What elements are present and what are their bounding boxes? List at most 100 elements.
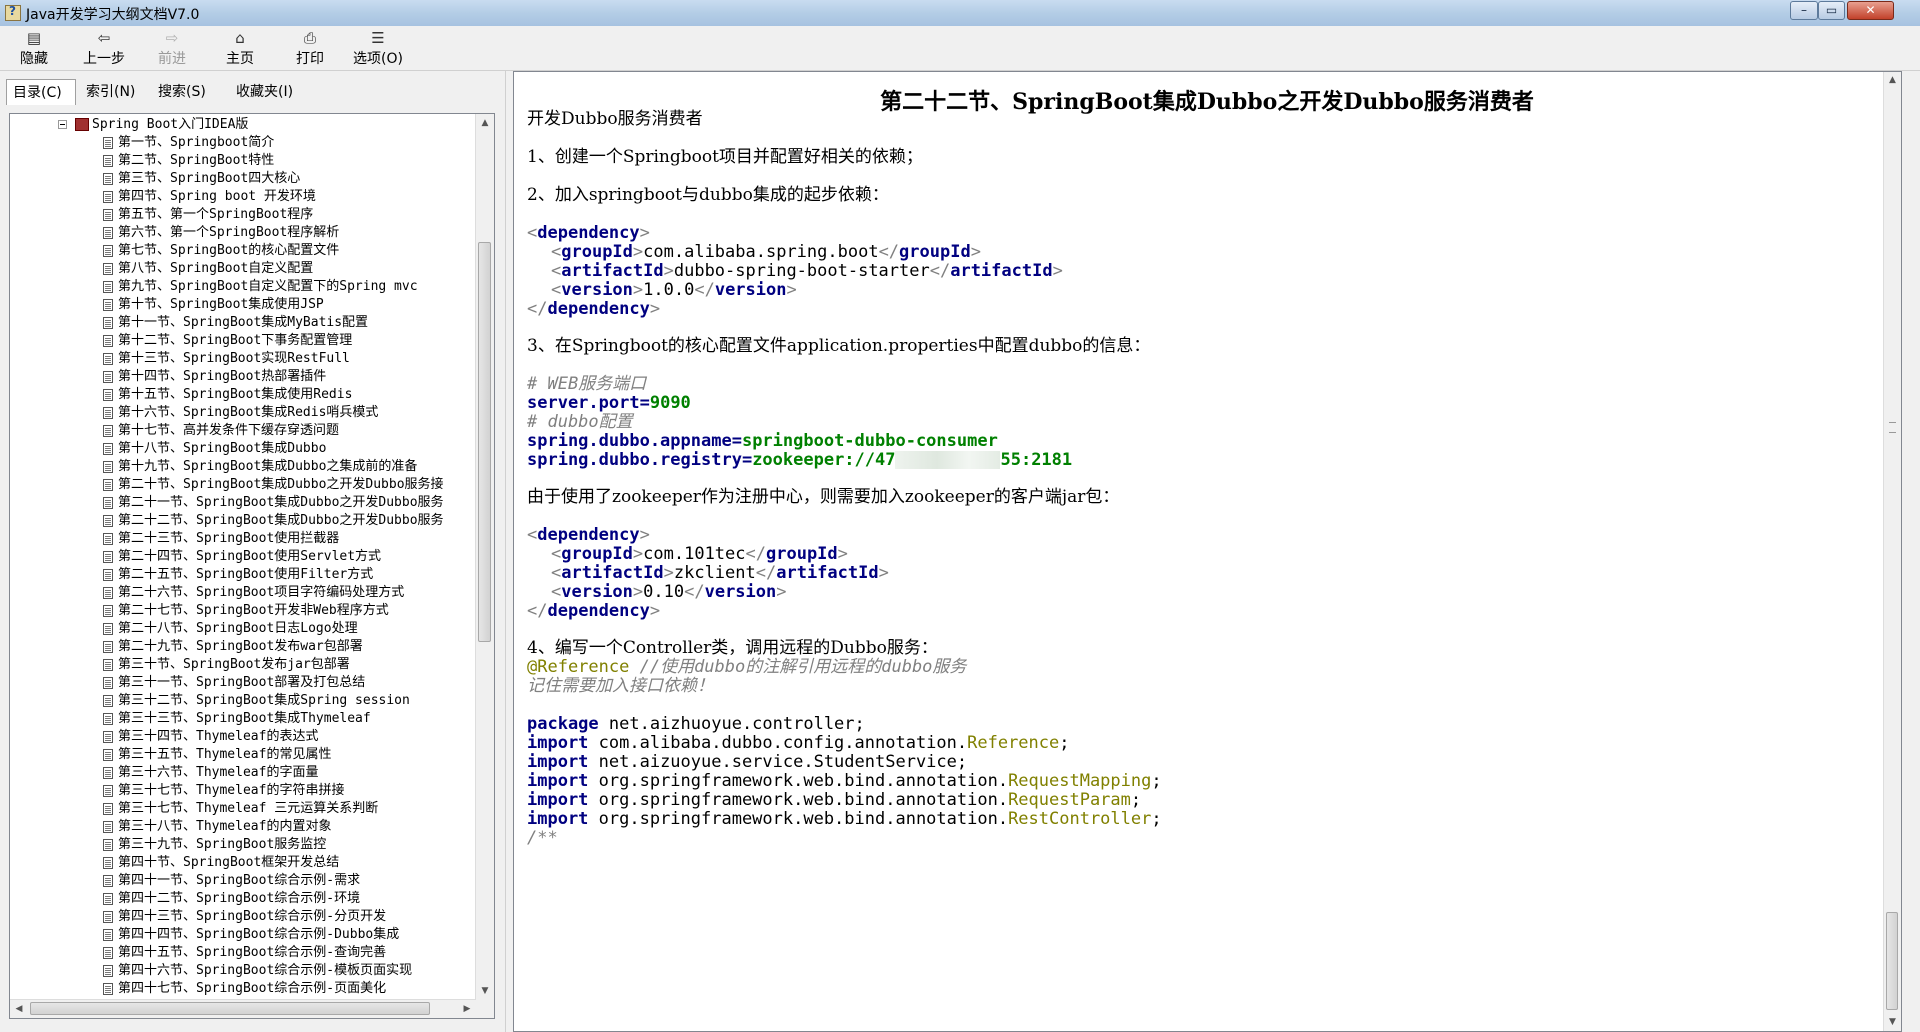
close-button[interactable]: ✕ <box>1847 1 1894 20</box>
tree-item[interactable]: 第四十二节、SpringBoot综合示例-环境 <box>10 890 476 908</box>
tree-vertical-scrollbar[interactable]: ▲ ▼ <box>475 114 494 1000</box>
tree-items: 第一节、Springboot简介 第二节、SpringBoot特性 第三节、Spri… <box>10 134 476 998</box>
tab-favorites[interactable]: 收藏夹(I) <box>230 79 314 105</box>
scroll-left-icon[interactable]: ◀ <box>10 1000 28 1018</box>
scroll-up-icon[interactable]: ▲ <box>476 114 494 132</box>
content-scroll-down-icon[interactable]: ▼ <box>1884 1014 1901 1031</box>
tree-item-label: 第三节、SpringBoot四大核心 <box>118 171 301 186</box>
content-scroll-thumb[interactable] <box>1886 912 1898 1010</box>
tree-item[interactable]: 第四十节、SpringBoot框架开发总结 <box>10 854 476 872</box>
scroll-right-icon[interactable]: ▶ <box>458 1000 476 1018</box>
tab-contents[interactable]: 目录(C) <box>6 79 76 105</box>
tree-item[interactable]: 第二十四节、SpringBoot使用Servlet方式 <box>10 548 476 566</box>
tree-scroll-thumb[interactable] <box>478 242 491 642</box>
tree-item-label: 第三十九节、SpringBoot服务监控 <box>118 837 327 852</box>
tree-item[interactable]: 第十九节、SpringBoot集成Dubbo之集成前的准备 <box>10 458 476 476</box>
page-icon <box>103 425 113 437</box>
page-icon <box>103 875 113 887</box>
tree-item[interactable]: 第四十四节、SpringBoot综合示例-Dubbo集成 <box>10 926 476 944</box>
tree-item[interactable]: 第三十七节、Thymeleaf的字符串拼接 <box>10 782 476 800</box>
minimize-button[interactable]: – <box>1790 1 1818 20</box>
tree-horizontal-scrollbar[interactable]: ◀ ▶ <box>10 999 476 1018</box>
tree-item[interactable]: 第十四节、SpringBoot热部署插件 <box>10 368 476 386</box>
step-3-text: 3、在Springboot的核心配置文件application.properti… <box>527 336 1151 356</box>
tree-item[interactable]: 第三十九节、SpringBoot服务监控 <box>10 836 476 854</box>
tree-item[interactable]: 第二十二节、SpringBoot集成Dubbo之开发Dubbo服务 <box>10 512 476 530</box>
tab-index[interactable]: 索引(N) <box>80 79 150 105</box>
page-icon <box>103 497 113 509</box>
tree-item[interactable]: 第二十七节、SpringBoot开发非Web程序方式 <box>10 602 476 620</box>
tree-item[interactable]: 第十六节、SpringBoot集成Redis哨兵模式 <box>10 404 476 422</box>
tree-item[interactable]: 第二十三节、SpringBoot使用拦截器 <box>10 530 476 548</box>
tab-search[interactable]: 搜索(S) <box>152 79 228 105</box>
xml-dependency-close: </dependency> <box>527 299 661 319</box>
tree-item[interactable]: 第四十六节、SpringBoot综合示例-模板页面实现 <box>10 962 476 980</box>
title-bar: Java开发学习大纲文档V7.0 – ▭ ✕ <box>0 0 1920 27</box>
page-icon <box>103 155 113 167</box>
tree-item[interactable]: 第二十八节、SpringBoot日志Logo处理 <box>10 620 476 638</box>
tree-item[interactable]: 第三十五节、Thymeleaf的常见属性 <box>10 746 476 764</box>
topic-heading: 第二十二节、SpringBoot集成Dubbo之开发Dubbo服务消费者 <box>880 89 1534 115</box>
tree-item[interactable]: 第四十三节、SpringBoot综合示例-分页开发 <box>10 908 476 926</box>
tree-item[interactable]: 第三十四节、Thymeleaf的表达式 <box>10 728 476 746</box>
xml-dependency2-close: </dependency> <box>527 601 661 621</box>
tree-item-label: 第四十节、SpringBoot框架开发总结 <box>118 855 340 870</box>
page-icon <box>103 893 113 905</box>
tree-item[interactable]: 第四节、Spring boot 开发环境 <box>10 188 476 206</box>
remember-note: 记住需要加入接口依赖！ <box>527 676 714 696</box>
tree-item[interactable]: 第三十七节、Thymeleaf 三元运算关系判断 <box>10 800 476 818</box>
content-vertical-scrollbar[interactable]: ▲ ▼ <box>1883 72 1901 1031</box>
tree-item[interactable]: 第七节、SpringBoot的核心配置文件 <box>10 242 476 260</box>
tree-item[interactable]: 第三十节、SpringBoot发布jar包部署 <box>10 656 476 674</box>
scroll-corner <box>476 1000 494 1018</box>
tree-item[interactable]: 第六节、第一个SpringBoot程序解析 <box>10 224 476 242</box>
tree-item[interactable]: 第二十九节、SpringBoot发布war包部署 <box>10 638 476 656</box>
tree-item[interactable]: 第三十六节、Thymeleaf的字面量 <box>10 764 476 782</box>
page-icon <box>103 407 113 419</box>
page-icon <box>103 317 113 329</box>
tree-item[interactable]: 第二节、SpringBoot特性 <box>10 152 476 170</box>
tree-item-label: 第二十六节、SpringBoot项目字符编码处理方式 <box>118 585 405 600</box>
page-icon <box>103 551 113 563</box>
page-icon <box>103 767 113 779</box>
tree-hscroll-thumb[interactable] <box>30 1002 430 1015</box>
tree-item[interactable]: 第四十一节、SpringBoot综合示例-需求 <box>10 872 476 890</box>
tree-item[interactable]: 第十八节、SpringBoot集成Dubbo <box>10 440 476 458</box>
back-button[interactable]: ⇦ 上一步 <box>78 28 130 68</box>
print-button[interactable]: ⎙ 打印 <box>290 28 330 68</box>
page-icon <box>103 749 113 761</box>
maximize-button[interactable]: ▭ <box>1818 1 1845 20</box>
tree-item[interactable]: 第三十三节、SpringBoot集成Thymeleaf <box>10 710 476 728</box>
hide-button[interactable]: ▤ 隐藏 <box>14 28 54 68</box>
page-icon <box>103 677 113 689</box>
collapse-icon[interactable] <box>58 120 67 129</box>
forward-button[interactable]: ⇨ 前进 <box>152 28 192 68</box>
content-scroll-up-icon[interactable]: ▲ <box>1884 72 1901 89</box>
home-button[interactable]: ⌂ 主页 <box>220 28 260 68</box>
tree-item[interactable]: 第十五节、SpringBoot集成使用Redis <box>10 386 476 404</box>
options-button[interactable]: ☰ 选项(O) <box>350 28 406 68</box>
tree-item[interactable]: 第二十五节、SpringBoot使用Filter方式 <box>10 566 476 584</box>
tree-item[interactable]: 第三十二节、SpringBoot集成Spring session <box>10 692 476 710</box>
tree-item-label: 第二十一节、SpringBoot集成Dubbo之开发Dubbo服务 <box>118 495 444 510</box>
tree-item[interactable]: 第五节、第一个SpringBoot程序 <box>10 206 476 224</box>
tree-item[interactable]: 第十二节、SpringBoot下事务配置管理 <box>10 332 476 350</box>
tree-item[interactable]: 第四十七节、SpringBoot综合示例-页面美化 <box>10 980 476 998</box>
tree-item-label: 第十六节、SpringBoot集成Redis哨兵模式 <box>118 405 379 420</box>
tree-item[interactable]: 第二十节、SpringBoot集成Dubbo之开发Dubbo服务接 <box>10 476 476 494</box>
tree-item[interactable]: 第四十五节、SpringBoot综合示例-查询完善 <box>10 944 476 962</box>
tree-item[interactable]: 第一节、Springboot简介 <box>10 134 476 152</box>
tree-item[interactable]: 第三十八节、Thymeleaf的内置对象 <box>10 818 476 836</box>
tree-item[interactable]: 第九节、SpringBoot自定义配置下的Spring mvc <box>10 278 476 296</box>
page-icon <box>103 929 113 941</box>
tree-item[interactable]: 第二十一节、SpringBoot集成Dubbo之开发Dubbo服务 <box>10 494 476 512</box>
tree-item[interactable]: 第八节、SpringBoot自定义配置 <box>10 260 476 278</box>
tree-item[interactable]: 第十一节、SpringBoot集成MyBatis配置 <box>10 314 476 332</box>
tree-item[interactable]: 第十三节、SpringBoot实现RestFull <box>10 350 476 368</box>
tree-item[interactable]: 第十节、SpringBoot集成使用JSP <box>10 296 476 314</box>
tree-item[interactable]: 第三十一节、SpringBoot部署及打包总结 <box>10 674 476 692</box>
tree-item[interactable]: 第十七节、高并发条件下缓存穿透问题 <box>10 422 476 440</box>
tree-item[interactable]: 第三节、SpringBoot四大核心 <box>10 170 476 188</box>
scroll-down-icon[interactable]: ▼ <box>476 982 494 1000</box>
tree-item[interactable]: 第二十六节、SpringBoot项目字符编码处理方式 <box>10 584 476 602</box>
